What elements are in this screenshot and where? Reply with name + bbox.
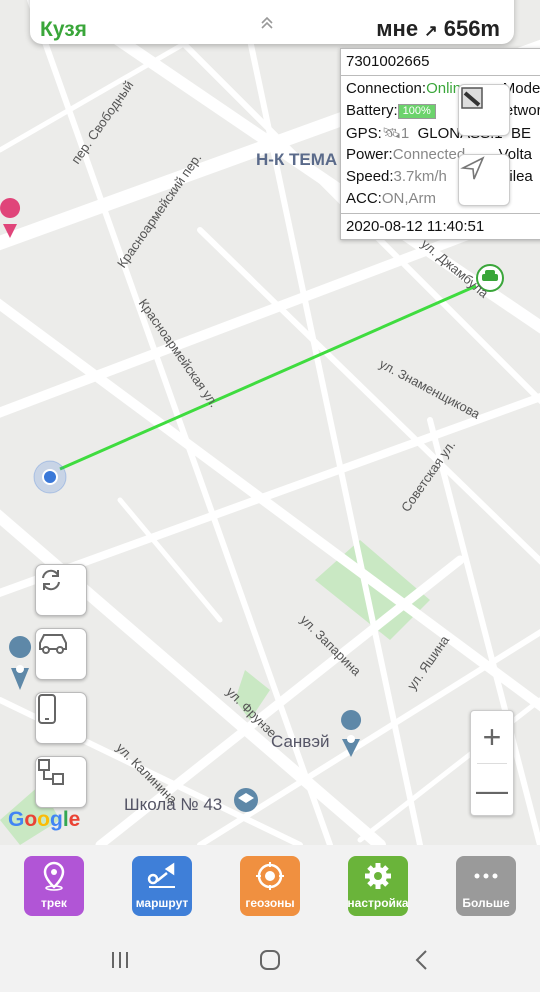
user-location-dot[interactable]	[42, 469, 58, 485]
distance-readout: мне ↗ 656m	[376, 16, 500, 42]
tab-route[interactable]: маршрут	[132, 856, 192, 916]
fit-both-icon	[38, 759, 64, 785]
distance-label: мне	[376, 16, 419, 41]
tab-label: настройка	[347, 896, 409, 910]
tab-more[interactable]: Больше	[456, 856, 516, 916]
device-name: Кузя	[40, 18, 87, 41]
power-value: Connected	[392, 146, 466, 163]
acc-row: ACC:ON,Arm	[346, 190, 436, 207]
refresh-button[interactable]	[35, 564, 87, 616]
poi-label-nk-tema: Н-К ТЕМА	[256, 150, 338, 169]
back-icon[interactable]	[410, 948, 434, 977]
acc-key: ACC:	[346, 190, 382, 207]
locate-phone-button[interactable]	[35, 692, 87, 744]
tab-geofence[interactable]: геозоны	[240, 856, 300, 916]
distance-value: 656m	[443, 16, 500, 41]
imei-text: 7301002665	[346, 53, 430, 70]
recent-apps-icon[interactable]	[108, 948, 132, 977]
battery-indicator: 100%	[397, 103, 436, 119]
zoom-in-button[interactable]: +	[471, 711, 513, 763]
gps-value: 1	[400, 125, 410, 142]
home-icon[interactable]	[258, 948, 282, 977]
geofence-icon	[255, 856, 285, 896]
sanvey-pin-icon[interactable]	[341, 710, 362, 757]
speed-value: 3.7km/h	[393, 168, 447, 185]
divider	[341, 213, 540, 214]
zoom-control: + —	[470, 710, 514, 816]
bottom-toolbar: трек маршрут геозоны настройка Больше	[0, 845, 540, 928]
tab-track[interactable]: трек	[24, 856, 84, 916]
tab-label: Больше	[462, 896, 510, 910]
divider	[341, 75, 540, 76]
tab-label: маршрут	[135, 896, 189, 910]
device-info-popup[interactable]: 7301002665 Connection:Online Mode Batter…	[340, 48, 540, 240]
phone-icon	[38, 694, 56, 724]
battery-row: Battery:100% Network	[346, 102, 540, 119]
connection-row: Connection:Online Mode	[346, 80, 540, 97]
satellite-icon: 🛰	[381, 125, 401, 142]
gps-key: GPS:	[346, 125, 382, 142]
device-summary-card[interactable]: Кузя мне ↗ 656m	[30, 0, 514, 44]
map-layers-icon	[461, 87, 483, 109]
tab-label: трек	[41, 896, 67, 910]
poi-label-sanvey: Санвэй	[271, 732, 330, 751]
more-icon	[471, 856, 501, 896]
power-key: Power:	[346, 146, 393, 163]
system-nav-bar	[0, 928, 540, 992]
locate-car-button[interactable]	[35, 628, 87, 680]
navigation-arrow-icon	[460, 156, 485, 180]
poi-label-school: Школа № 43	[124, 795, 223, 814]
timestamp-text: 2020-08-12 11:40:51	[346, 218, 485, 235]
direction-arrow-icon: ↗	[424, 23, 438, 40]
gear-icon	[363, 856, 393, 896]
google-logo: Google	[8, 808, 81, 831]
navigate-button[interactable]	[458, 154, 510, 206]
refresh-icon	[42, 569, 60, 591]
acc-value: ON,Arm	[381, 190, 437, 207]
show-both-button[interactable]	[35, 756, 87, 808]
zoom-out-button[interactable]: —	[471, 764, 513, 816]
battery-key: Battery:	[346, 102, 398, 119]
car-icon	[39, 634, 67, 654]
school-poi-icon[interactable]	[234, 788, 258, 812]
place-pin-icon[interactable]	[9, 636, 32, 690]
connection-key: Connection:	[346, 80, 427, 97]
speed-key: Speed:	[346, 168, 394, 185]
map-pin-icon	[41, 856, 67, 896]
tab-settings[interactable]: настройка	[347, 856, 409, 916]
route-icon	[145, 856, 179, 896]
map-type-button[interactable]	[458, 84, 510, 136]
map-view[interactable]: пер. Свободный Красноармейский пер. Н-К …	[0, 0, 540, 845]
beidou-key: BE	[510, 125, 531, 142]
tab-label: геозоны	[245, 896, 295, 910]
